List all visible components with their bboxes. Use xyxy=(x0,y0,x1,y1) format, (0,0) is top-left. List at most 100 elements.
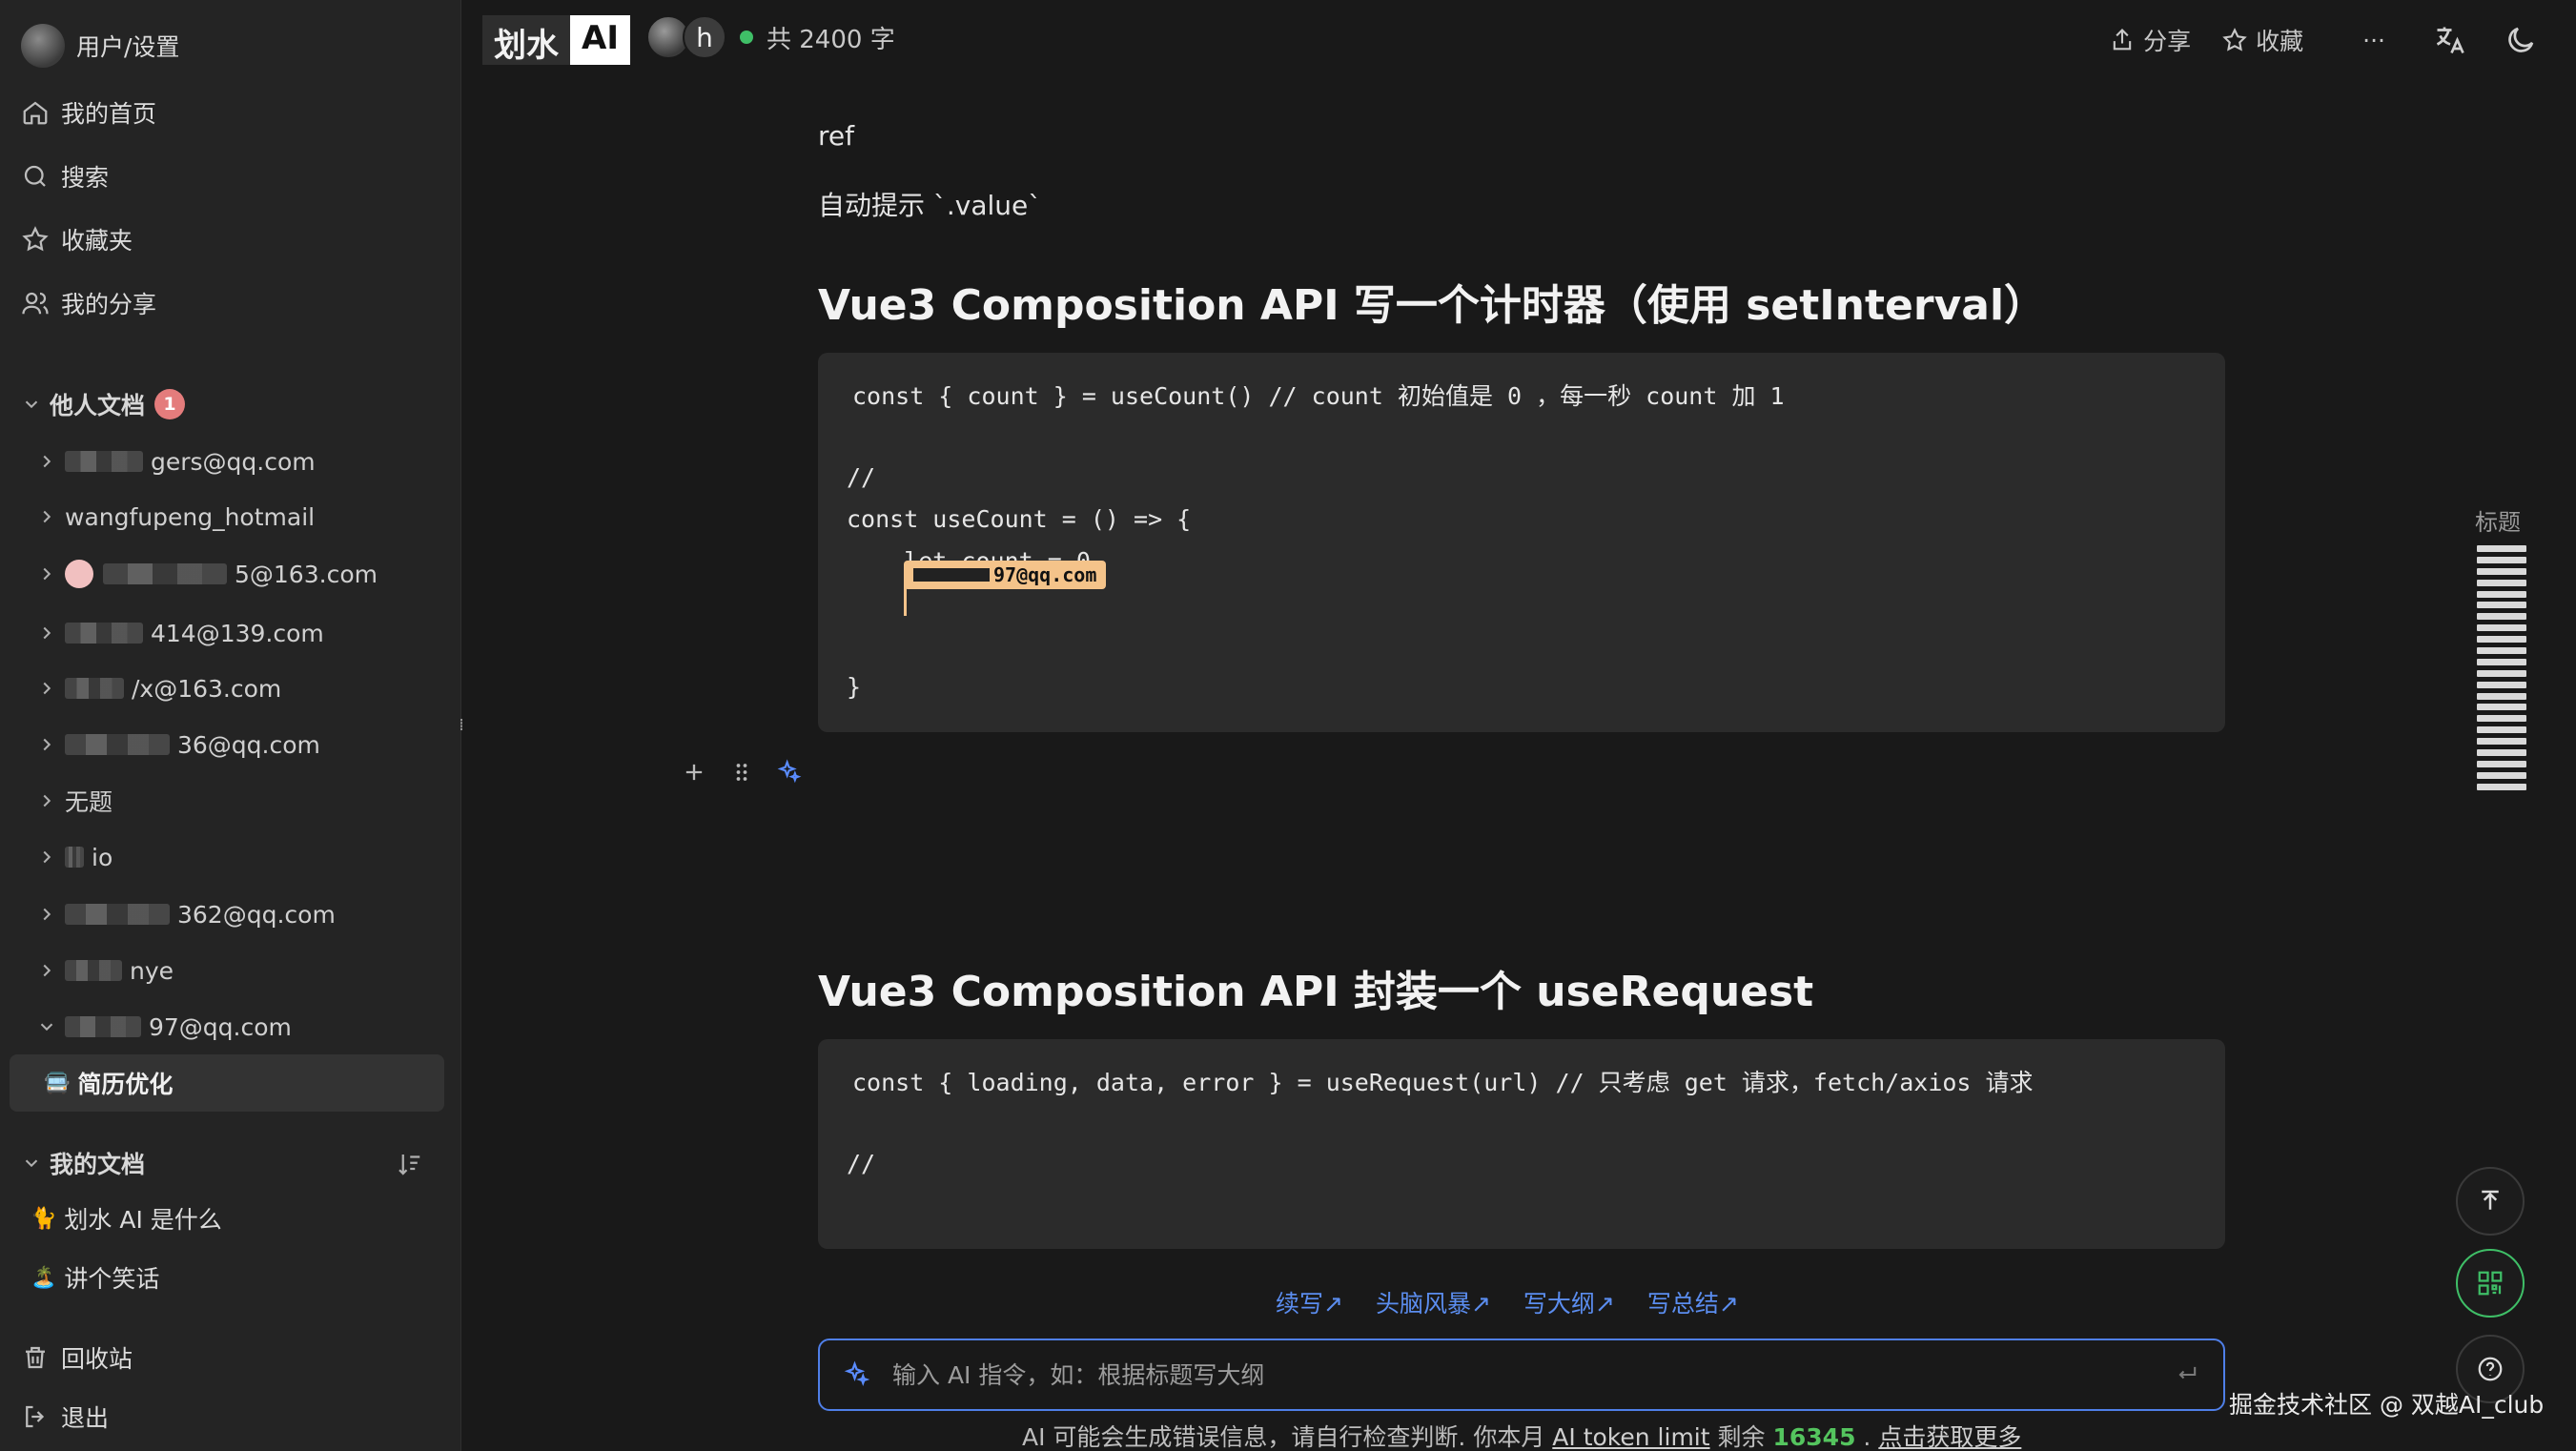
collaborators: h 共 2400 字 xyxy=(646,15,895,59)
sidebar-item-trash[interactable]: 回收站 xyxy=(21,1335,133,1380)
heading[interactable]: Vue3 Composition API 写一个计时器（使用 setInterv… xyxy=(818,271,2046,332)
toc-bar[interactable] xyxy=(2477,669,2526,677)
translate-icon[interactable] xyxy=(2433,23,2467,57)
suggestion-continue[interactable]: 续写↗ xyxy=(1276,1285,1343,1319)
sort-icon[interactable] xyxy=(395,1150,423,1178)
tree-item[interactable]: 5@163.com xyxy=(36,553,378,595)
toc-bar[interactable] xyxy=(2477,579,2526,586)
scroll-top-button[interactable] xyxy=(2456,1167,2525,1236)
collaborator-avatar-initial[interactable]: h xyxy=(683,15,726,59)
toc-bar[interactable] xyxy=(2477,590,2526,598)
active-doc-label: 简历优化 xyxy=(77,1071,174,1098)
masked-name xyxy=(913,568,990,582)
doc-emoji-icon: 🐈 xyxy=(31,1206,57,1231)
qr-code-button[interactable] xyxy=(2456,1249,2525,1318)
toc-bar[interactable] xyxy=(2477,681,2526,688)
collaborator-cursor-user: 97@qq.com xyxy=(993,563,1097,586)
my-docs-section-header[interactable]: 我的文档 xyxy=(21,1140,145,1186)
toc-bar[interactable] xyxy=(2477,613,2526,621)
toc-bar[interactable] xyxy=(2477,726,2526,734)
users-icon xyxy=(22,292,49,315)
tree-item[interactable]: wangfupeng_hotmail xyxy=(36,496,315,538)
tree-item[interactable]: 36@qq.com xyxy=(36,724,320,766)
paragraph[interactable]: ref xyxy=(818,120,854,152)
suggestion-outline[interactable]: 写大纲↗ xyxy=(1523,1285,1615,1319)
search-icon xyxy=(24,165,46,187)
chevron-right-icon xyxy=(43,738,51,751)
toc-bar[interactable] xyxy=(2477,602,2526,609)
star-icon xyxy=(2222,28,2247,51)
toc-bar[interactable] xyxy=(2477,692,2526,700)
suggestion-brainstorm[interactable]: 头脑风暴↗ xyxy=(1376,1285,1491,1319)
sidebar-item-search[interactable]: 搜索 xyxy=(21,153,109,199)
tree-item[interactable]: 无题 xyxy=(36,780,112,822)
code-line: const { loading, data, error } = useRequ… xyxy=(852,1069,2034,1096)
toc-bar[interactable] xyxy=(2477,556,2526,563)
sidebar-item-logout[interactable]: 退出 xyxy=(21,1394,109,1440)
tree-item-label: 97@qq.com xyxy=(149,1012,292,1041)
sidebar-item-my-shares[interactable]: 我的分享 xyxy=(21,280,156,326)
tree-item[interactable]: /x@163.com xyxy=(36,667,281,709)
sidebar-item-favorites[interactable]: 收藏夹 xyxy=(21,216,133,262)
toc-outline[interactable] xyxy=(2477,545,2526,795)
token-limit-link[interactable]: AI token limit xyxy=(1552,1423,1709,1451)
others-docs-section-header[interactable]: 他人文档 1 xyxy=(21,381,186,427)
share-button[interactable]: 分享 xyxy=(2097,17,2202,63)
code-block[interactable]: const { count } = useCount() // count 初始… xyxy=(818,353,2225,732)
user-settings[interactable]: 用户/设置 xyxy=(21,23,179,69)
get-more-link[interactable]: 点击获取更多 xyxy=(1878,1423,2021,1451)
toc-bar[interactable] xyxy=(2477,749,2526,757)
drag-handle-icon[interactable] xyxy=(728,759,755,786)
tree-item[interactable]: 414@139.com xyxy=(36,612,324,654)
arrow-up-icon xyxy=(2482,1190,2499,1210)
sidebar-resize-handle[interactable]: ⁞ xyxy=(454,715,469,742)
sidebar-item-label: 退出 xyxy=(61,1404,110,1432)
ai-command-input[interactable] xyxy=(892,1360,2174,1389)
toc-bar[interactable] xyxy=(2477,738,2526,746)
separator: . xyxy=(1863,1423,1871,1451)
my-doc-item[interactable]: 🐈 划水 AI 是什么 xyxy=(31,1196,222,1241)
tree-item[interactable]: nye xyxy=(36,950,174,991)
toc-bar[interactable] xyxy=(2477,760,2526,767)
ai-command-box[interactable] xyxy=(818,1339,2225,1411)
toc-bar[interactable] xyxy=(2477,567,2526,575)
code-line: // xyxy=(847,463,876,491)
tree-item[interactable]: io xyxy=(36,836,112,878)
more-button[interactable]: ··· xyxy=(2351,21,2397,60)
add-block-icon[interactable] xyxy=(681,759,707,786)
heading[interactable]: Vue3 Composition API 封装一个 useRequest xyxy=(818,957,1813,1018)
toc-bar[interactable] xyxy=(2477,783,2526,790)
ai-sparkle-icon[interactable] xyxy=(776,759,803,786)
code-block[interactable]: const { loading, data, error } = useRequ… xyxy=(818,1039,2225,1249)
sidebar-active-doc[interactable]: 🚍 简历优化 xyxy=(10,1054,444,1112)
toc-bar[interactable] xyxy=(2477,624,2526,632)
code-line: } xyxy=(847,673,862,701)
toc-bar[interactable] xyxy=(2477,545,2526,552)
toc-bar[interactable] xyxy=(2477,647,2526,655)
toc-bar[interactable] xyxy=(2477,771,2526,779)
tree-item-label: 无题 xyxy=(65,788,113,816)
masked-name xyxy=(65,734,170,755)
enter-icon[interactable] xyxy=(2174,1361,2200,1388)
toc-bar[interactable] xyxy=(2477,715,2526,723)
tree-item[interactable]: gers@qq.com xyxy=(36,440,316,482)
doc-emoji-icon: 🏝️ xyxy=(31,1265,57,1290)
tree-item-label: 5@163.com xyxy=(235,560,378,588)
logo-text: 划水 xyxy=(482,15,570,65)
tree-item-expanded[interactable]: 97@qq.com xyxy=(36,1006,292,1048)
app-logo[interactable]: 划水 AI xyxy=(482,15,630,65)
remaining-tokens: 16345 xyxy=(1772,1423,1856,1451)
sidebar-item-home[interactable]: 我的首页 xyxy=(21,90,156,135)
masked-name xyxy=(65,847,84,868)
paragraph[interactable]: 自动提示 `.value` xyxy=(818,185,1041,223)
my-docs-title: 我的文档 xyxy=(50,1151,146,1178)
code-line: const { count } = useCount() // count 初始… xyxy=(852,382,1785,410)
toc-bar[interactable] xyxy=(2477,704,2526,711)
dark-mode-icon[interactable] xyxy=(2504,23,2538,57)
tree-item[interactable]: 362@qq.com xyxy=(36,893,336,935)
toc-bar[interactable] xyxy=(2477,658,2526,665)
toc-bar[interactable] xyxy=(2477,636,2526,644)
my-doc-item[interactable]: 🏝️ 讲个笑话 xyxy=(31,1255,159,1300)
suggestion-summary[interactable]: 写总结↗ xyxy=(1647,1285,1739,1319)
favorite-button[interactable]: 收藏 xyxy=(2210,17,2315,63)
